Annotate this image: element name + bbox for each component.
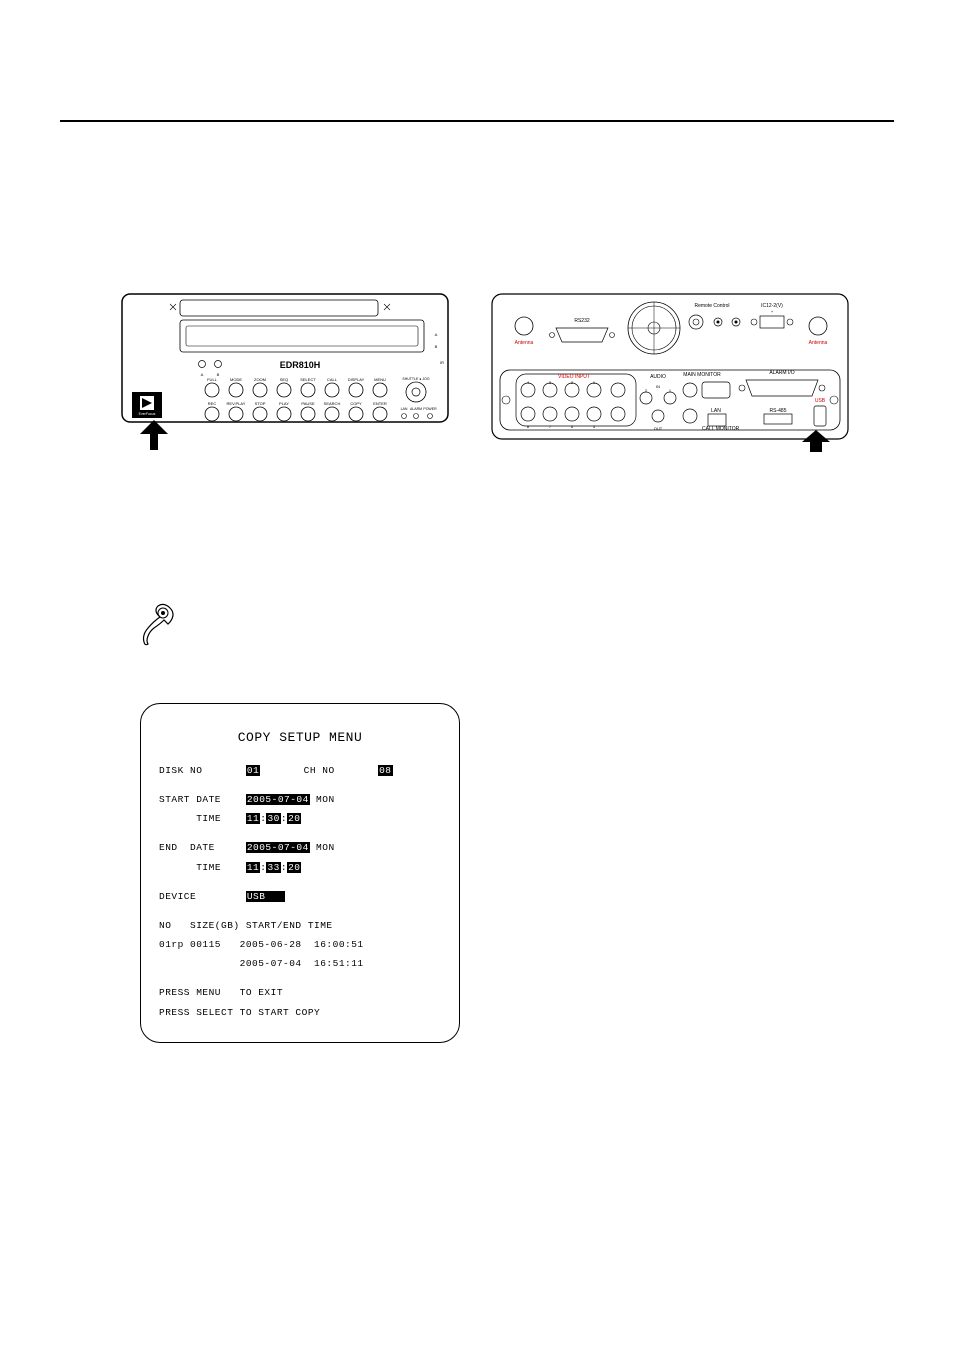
svg-text:LAN: LAN — [401, 407, 408, 411]
end-time-label: TIME — [196, 862, 221, 873]
arrow-up-icon — [802, 430, 830, 452]
svg-text:ALARM I/O: ALARM I/O — [769, 370, 794, 376]
svg-text:Antenna: Antenna — [515, 340, 534, 346]
svg-text:MAIN MONITOR: MAIN MONITOR — [683, 372, 721, 378]
end-date-row: END DATE 2005-07-04 MON — [159, 840, 441, 855]
svg-text:REC: REC — [208, 401, 217, 406]
svg-text:Remote Control: Remote Control — [694, 303, 729, 309]
svg-text:SEARCH: SEARCH — [324, 401, 341, 406]
hint-start-copy: PRESS SELECT TO START COPY — [159, 1005, 441, 1020]
svg-text:A: A — [201, 372, 204, 377]
end-day: MON — [316, 842, 335, 853]
svg-text:1: 1 — [593, 380, 596, 385]
end-date-value: 2005-07-04 — [246, 842, 310, 853]
start-time-m: 30 — [266, 813, 280, 824]
svg-text:USB: USB — [815, 398, 826, 404]
disk-ch-row: DISK NO 01 CH NO 08 — [159, 763, 441, 778]
svg-text:A: A — [435, 332, 438, 337]
start-time-s: 20 — [287, 813, 301, 824]
svg-text:AUDIO: AUDIO — [650, 374, 666, 380]
svg-text:PAUSE: PAUSE — [301, 401, 315, 406]
svg-text:6: 6 — [571, 424, 574, 429]
svg-text:DISPLAY: DISPLAY — [348, 377, 365, 382]
device-label: DEVICE — [159, 891, 196, 902]
svg-text:RS-485: RS-485 — [770, 408, 787, 414]
svg-text:RS232: RS232 — [574, 318, 590, 324]
svg-text:B: B — [217, 372, 220, 377]
svg-text:IN: IN — [656, 384, 660, 389]
svg-text:7: 7 — [549, 424, 552, 429]
svg-text:EverFocus: EverFocus — [139, 412, 156, 416]
svg-text:SEQ: SEQ — [280, 377, 288, 382]
start-time-h: 11 — [246, 813, 260, 824]
ch-no-value: 08 — [378, 765, 392, 776]
hint-exit: PRESS MENU TO EXIT — [159, 985, 441, 1000]
copy-setup-menu: COPY SETUP MENU DISK NO 01 CH NO 08 STAR… — [140, 703, 460, 1043]
svg-text:8: 8 — [527, 424, 530, 429]
end-time-s: 20 — [287, 862, 301, 873]
svg-text:REV.PLAY: REV.PLAY — [227, 401, 246, 406]
svg-text:STOP: STOP — [255, 401, 266, 406]
start-date-row: START DATE 2005-07-04 MON — [159, 792, 441, 807]
svg-text:MODE: MODE — [230, 377, 242, 382]
end-time-row: TIME 11:33:20 — [159, 860, 441, 875]
svg-text:IR: IR — [440, 360, 444, 365]
svg-text:COPY: COPY — [350, 401, 362, 406]
start-time-label: TIME — [196, 813, 221, 824]
start-day: MON — [316, 794, 335, 805]
table-row-1: 01rp 00115 2005-06-28 16:00:51 — [159, 937, 441, 952]
start-time-row: TIME 11:30:20 — [159, 811, 441, 826]
divider-top — [60, 120, 894, 122]
svg-text:OUT: OUT — [654, 426, 663, 431]
svg-text:Antenna: Antenna — [809, 340, 828, 346]
svg-text:ALARM: ALARM — [410, 407, 422, 411]
svg-text:CALL: CALL — [327, 377, 338, 382]
svg-text:B: B — [435, 344, 438, 349]
svg-text:2: 2 — [571, 380, 574, 385]
button-row-2: REC REV.PLAY STOP PLAY PAUSE SEARCH COPY… — [205, 401, 387, 421]
svg-text:FULL: FULL — [207, 377, 218, 382]
ch-no-label: CH NO — [304, 765, 335, 776]
start-date-label: START DATE — [159, 794, 221, 805]
svg-text:3: 3 — [549, 380, 552, 385]
end-date-label: END DATE — [159, 842, 215, 853]
svg-text:SHUTTLE ● JOG: SHUTTLE ● JOG — [402, 377, 429, 381]
svg-text:PLAY: PLAY — [279, 401, 289, 406]
front-panel-diagram: A B EDR810H FULL MODE ZOOM SEQ SELECT CA… — [120, 292, 450, 452]
table-row-2: 2005-07-04 16:51:11 — [159, 956, 441, 971]
arrow-up-icon — [140, 420, 168, 450]
svg-text:5: 5 — [593, 424, 596, 429]
svg-text:LAN: LAN — [711, 408, 721, 414]
svg-text:MENU: MENU — [374, 377, 386, 382]
table-header: NO SIZE(GB) START/END TIME — [159, 918, 441, 933]
button-row-1: FULL MODE ZOOM SEQ SELECT CALL DISPLAY M… — [205, 377, 387, 397]
svg-text:4: 4 — [527, 380, 530, 385]
disk-no-label: DISK NO — [159, 765, 202, 776]
device-row: DEVICE USB — [159, 889, 441, 904]
svg-text:ZOOM: ZOOM — [254, 377, 266, 382]
end-time-m: 33 — [266, 862, 280, 873]
menu-title: COPY SETUP MENU — [159, 728, 441, 749]
svg-text:CALL MONITOR: CALL MONITOR — [702, 426, 740, 432]
note-icon — [140, 602, 894, 653]
svg-text:SELECT: SELECT — [300, 377, 316, 382]
svg-text:VIDEO INPUT: VIDEO INPUT — [558, 374, 590, 380]
device-value: USB — [246, 891, 285, 902]
diagrams-row: A B EDR810H FULL MODE ZOOM SEQ SELECT CA… — [120, 292, 894, 452]
svg-text:POWER: POWER — [423, 407, 437, 411]
svg-text:+: + — [771, 309, 774, 314]
svg-text:ENTER: ENTER — [373, 401, 387, 406]
rear-panel-diagram: Antenna RS232 Remote Control — [490, 292, 850, 452]
start-date-value: 2005-07-04 — [246, 794, 310, 805]
disk-no-value: 01 — [246, 765, 260, 776]
end-time-h: 11 — [246, 862, 260, 873]
model-label: EDR810H — [280, 360, 321, 370]
